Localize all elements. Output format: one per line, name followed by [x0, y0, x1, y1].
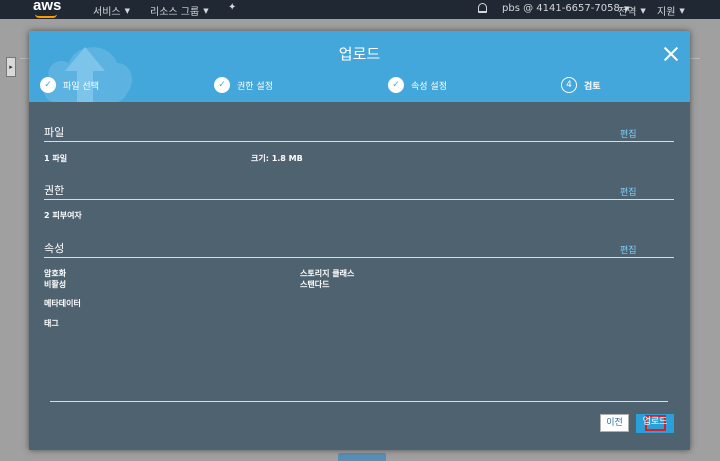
step-file-select[interactable]: ✓ 파일 선택	[40, 77, 99, 93]
step-label: 검토	[584, 81, 601, 92]
section-divider	[44, 257, 674, 258]
close-icon[interactable]	[663, 46, 679, 62]
grantee-count: 2 피부여자	[44, 211, 82, 220]
upload-modal: 업로드 ✓ 파일 선택 ✓ 권한 설정 ✓ 속성 설정 4 검토 파일 편집 1…	[29, 31, 690, 450]
permissions-edit-link[interactable]: 편집	[620, 185, 637, 198]
check-icon: ✓	[388, 77, 404, 93]
upload-button[interactable]: 업로드	[636, 414, 674, 433]
sidebar-toggle[interactable]: ▸	[6, 57, 16, 77]
region-label: 전역	[618, 7, 637, 18]
step-review: 4 검토	[561, 77, 601, 93]
support-label: 지원	[657, 7, 676, 18]
storage-class-label: 스토리지 클래스	[300, 269, 355, 278]
services-menu[interactable]: 서비스 ▼	[93, 3, 130, 19]
step-label: 파일 선택	[63, 81, 99, 92]
step-label: 속성 설정	[411, 81, 447, 92]
step-properties[interactable]: ✓ 속성 설정	[388, 77, 447, 93]
modal-header: 업로드 ✓ 파일 선택 ✓ 권한 설정 ✓ 속성 설정 4 검토	[29, 31, 690, 102]
region-menu[interactable]: 전역 ▼	[618, 3, 646, 19]
bell-icon[interactable]	[478, 3, 487, 13]
properties-section-title: 속성	[44, 242, 65, 255]
chevron-down-icon: ▼	[124, 6, 130, 15]
encryption-value: 비활성	[44, 280, 67, 289]
step-permissions[interactable]: ✓ 권한 설정	[214, 77, 273, 93]
chevron-down-icon: ▼	[679, 6, 685, 15]
tags-label: 태그	[44, 319, 59, 328]
properties-edit-link[interactable]: 편집	[620, 243, 637, 256]
footer-divider	[50, 401, 668, 402]
previous-button[interactable]: 이전	[600, 414, 629, 432]
storage-class-value: 스탠다드	[300, 280, 330, 289]
encryption-label: 암호화	[44, 269, 67, 278]
metadata-label: 메타데이터	[44, 299, 81, 308]
support-menu[interactable]: 지원 ▼	[657, 3, 685, 19]
aws-logo-smile-icon	[35, 14, 57, 18]
check-icon: ✓	[214, 77, 230, 93]
step-number-icon: 4	[561, 77, 577, 93]
aws-logo[interactable]: aws	[33, 0, 61, 14]
top-nav: aws 서비스 ▼ 리소스 그룹 ▼ ✦ pbs @ 4141-6657-705…	[0, 0, 720, 19]
section-divider	[44, 199, 674, 200]
resource-groups-menu[interactable]: 리소스 그룹 ▼	[150, 3, 209, 19]
chevron-down-icon: ▼	[203, 6, 209, 15]
file-size: 크기: 1.8 MB	[251, 154, 303, 163]
account-label: pbs @ 4141-6657-7058	[502, 3, 620, 14]
files-section-title: 파일	[44, 126, 65, 139]
files-edit-link[interactable]: 편집	[620, 127, 637, 140]
upload-button-label: 업로드	[642, 417, 668, 427]
services-menu-label: 서비스	[93, 7, 121, 18]
modal-title: 업로드	[338, 45, 381, 63]
step-label: 권한 설정	[237, 81, 273, 92]
pin-icon[interactable]: ✦	[228, 2, 236, 13]
permissions-section-title: 권한	[44, 184, 65, 197]
chevron-down-icon: ▼	[640, 6, 646, 15]
background-button	[338, 453, 386, 461]
check-icon: ✓	[40, 77, 56, 93]
resource-groups-label: 리소스 그룹	[150, 7, 200, 18]
file-count: 1 파일	[44, 154, 68, 163]
account-menu[interactable]: pbs @ 4141-6657-7058 ▼	[502, 3, 629, 14]
section-divider	[44, 141, 674, 142]
